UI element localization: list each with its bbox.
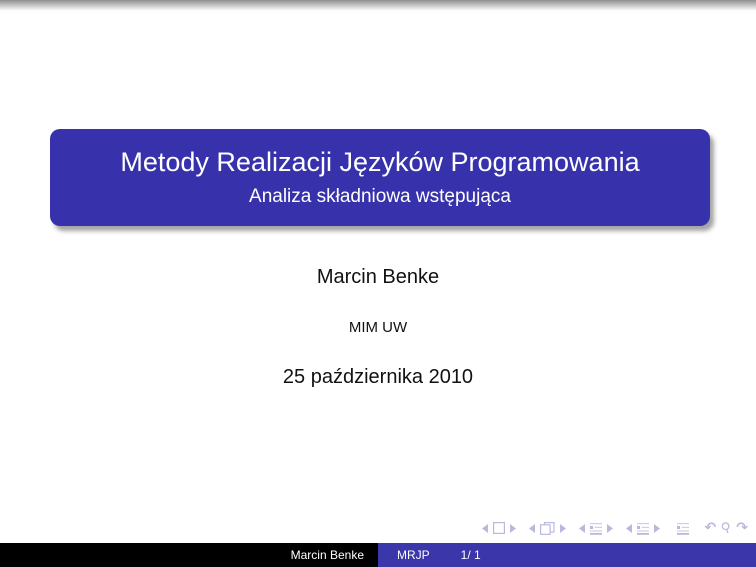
search-icon[interactable] <box>721 522 731 534</box>
footer-author: Marcin Benke <box>290 548 364 562</box>
title-box: Metody Realizacji Języków Programowania … <box>50 129 710 226</box>
slide-date: 25 października 2010 <box>282 366 474 388</box>
slide-icon[interactable] <box>492 522 505 534</box>
next-slide-arrow-icon[interactable] <box>509 523 516 533</box>
footer-short-title: MRJP <box>397 548 430 562</box>
footer-author-section: Marcin Benke <box>0 543 378 567</box>
forward-icon[interactable]: ↷ <box>736 521 748 535</box>
frame-icon[interactable] <box>539 521 555 535</box>
slide-title: Metody Realizacji Języków Programowania <box>120 146 640 177</box>
subsection-icon[interactable] <box>636 522 649 535</box>
section-icon[interactable] <box>589 522 602 535</box>
institute-name: MIM UW <box>348 319 408 336</box>
appendix-icon[interactable] <box>676 522 689 535</box>
next-subsection-arrow-icon[interactable] <box>653 523 660 533</box>
footer-bar: Marcin Benke MRJP 1/ 1 <box>0 543 756 567</box>
slide-subtitle: Analiza składniowa wstępująca <box>249 186 511 208</box>
top-gradient-bar <box>0 0 756 11</box>
beamer-navigation-bar: ↶ ↷ <box>481 519 748 537</box>
footer-page-indicator: 1/ 1 <box>460 548 481 562</box>
prev-frame-arrow-icon[interactable] <box>528 523 535 533</box>
back-icon[interactable]: ↶ <box>705 521 717 535</box>
history-nav-group: ↶ ↷ <box>705 521 748 535</box>
prev-subsection-arrow-icon[interactable] <box>625 523 632 533</box>
subsection-nav-group <box>625 522 660 535</box>
next-section-arrow-icon[interactable] <box>606 523 613 533</box>
beamer-title-slide: Metody Realizacji Języków Programowania … <box>0 0 756 567</box>
author-name: Marcin Benke <box>316 266 440 288</box>
prev-slide-arrow-icon[interactable] <box>481 523 488 533</box>
slide-nav-group <box>481 522 516 534</box>
next-frame-arrow-icon[interactable] <box>559 523 566 533</box>
frame-nav-group <box>528 521 566 535</box>
section-nav-group <box>578 522 613 535</box>
footer-course-section: MRJP 1/ 1 <box>378 543 756 567</box>
prev-section-arrow-icon[interactable] <box>578 523 585 533</box>
